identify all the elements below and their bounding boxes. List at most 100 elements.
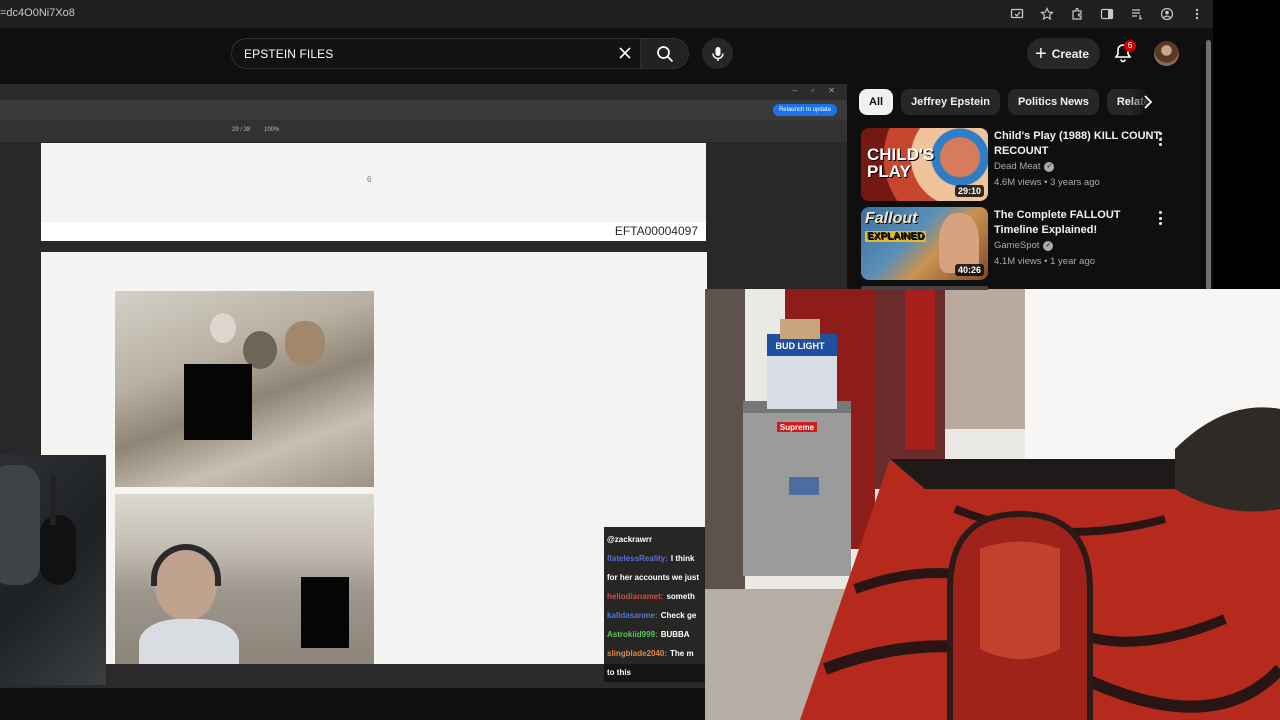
plus-icon: + (1035, 42, 1047, 65)
lamp-shape (210, 313, 236, 343)
chat-username: @zackrawrr (607, 535, 653, 544)
channel-label: Dead Meat (994, 161, 1041, 172)
pdf-page-footer: EFTA00004097 (41, 222, 706, 241)
chat-text: I think (670, 554, 695, 563)
bookmark-star-icon[interactable] (1037, 4, 1057, 24)
video-thumbnail[interactable]: CHILD'S PLAY 29:10 (861, 128, 988, 201)
stream-chat: @zackrawrr flatelessReality: I think for he… (604, 527, 705, 682)
person-figure (285, 321, 325, 365)
microphone-icon (711, 46, 724, 61)
clear-search-icon[interactable] (614, 42, 636, 64)
voice-search-button[interactable] (702, 38, 733, 69)
chat-username: slingblade2040: (607, 649, 668, 658)
chat-message: @zackrawrr (607, 535, 655, 544)
chat-text: to this (607, 668, 631, 677)
more-actions-icon[interactable] (1157, 211, 1163, 225)
chat-message: kalldasanme: Check ge (607, 611, 696, 620)
black-margin (1213, 0, 1280, 290)
chat-message: Astrokiid999: BUBBA (607, 630, 690, 639)
chat-message: for her accounts we just (607, 573, 699, 582)
fridge-sticker: Supreme (780, 423, 815, 432)
search-input[interactable]: EPSTEIN FILES (231, 38, 641, 69)
screen: =dc4O0Ni7Xo8 EPSTEIN FILES + Create 6 – … (0, 0, 1280, 720)
browser-action-icons (1007, 4, 1207, 24)
pdf-zoom-level: 100% (264, 127, 280, 133)
pdf-browser-bar: Relaunch to update (0, 100, 847, 120)
mic-arm-shape (50, 475, 56, 525)
scrollbar-thumb[interactable] (1206, 40, 1211, 290)
chip-politics-news[interactable]: Politics News (1007, 89, 1099, 115)
chevron-right-icon[interactable] (1138, 92, 1158, 112)
chat-text: BUBBA (660, 630, 690, 639)
avatar[interactable] (1154, 41, 1179, 66)
related-video[interactable]: CHILD'S PLAY 29:10 Child's Play (1988) K… (861, 128, 1206, 201)
profile-icon[interactable] (1157, 4, 1177, 24)
chat-message: to this (607, 668, 631, 677)
room-scene: Supreme BUD LIGHT (705, 289, 1280, 720)
thumbnail-title-text: CHILD'S PLAY (867, 146, 934, 180)
headphones-shape (151, 544, 221, 586)
microphone-shape (40, 515, 76, 585)
chat-username: kalldasanme: (607, 611, 658, 620)
pdf-page-indicator: 29 / 38 (232, 127, 251, 133)
video-title[interactable]: Child's Play (1988) KILL COUNT: RECOUNT (994, 129, 1164, 159)
pdf-page: 6 (41, 143, 706, 222)
search-query: EPSTEIN FILES (244, 47, 334, 61)
video-thumbnail[interactable] (861, 286, 988, 290)
chip-all[interactable]: All (859, 89, 894, 115)
video-meta: 4.6M views • 3 years ago (994, 177, 1100, 188)
channel-name[interactable]: GameSpot ✓ (994, 240, 1054, 251)
page-number: 6 (367, 175, 372, 184)
chip-jeffrey-epstein[interactable]: Jeffrey Epstein (901, 89, 1000, 115)
channel-name[interactable]: Dead Meat ✓ (994, 161, 1055, 172)
search-button[interactable] (641, 38, 689, 69)
chat-text: The m (670, 649, 694, 658)
video-thumbnail[interactable]: Fallout EXPLAINED 40:26 (861, 207, 988, 280)
video-title[interactable]: The Complete FALLOUT Timeline Explained! (994, 208, 1164, 238)
chat-text: Check ge (660, 611, 697, 620)
side-panel-icon[interactable] (1097, 4, 1117, 24)
update-button: Relaunch to update (772, 104, 837, 116)
video-duration: 40:26 (954, 264, 984, 276)
video-meta: 4.1M views • 1 year ago (994, 256, 1096, 267)
video-duration: 29:10 (954, 185, 984, 197)
chat-message: flatelessReality: I think (607, 554, 694, 563)
webcam-feed: Supreme BUD LIGHT (705, 289, 1280, 720)
address-bar[interactable]: =dc4O0Ni7Xo8 (0, 7, 75, 19)
facecam-overlay (0, 455, 106, 685)
chat-username: flatelessReality: (607, 554, 668, 563)
redaction-box (301, 577, 349, 648)
chat-text: someth (666, 592, 695, 601)
cast-icon[interactable] (1007, 4, 1027, 24)
chat-text: for her accounts we just (607, 573, 700, 582)
document-id: EFTA00004097 (614, 224, 698, 238)
chat-username: Astrokiid999: (607, 630, 658, 639)
media-queue-icon[interactable] (1127, 4, 1147, 24)
related-video[interactable]: Fallout EXPLAINED 40:26 The Complete FAL… (861, 207, 1206, 280)
window-controls: – ▫ ✕ (792, 86, 841, 95)
more-actions-icon[interactable] (1157, 132, 1163, 146)
thumbnail-text-line: Fallout (865, 210, 918, 227)
channel-label: GameSpot (994, 240, 1040, 251)
create-label: Create (1051, 46, 1090, 61)
youtube-header: EPSTEIN FILES + Create 6 (0, 28, 1213, 80)
chat-message: slingblade2040: The m (607, 649, 694, 658)
verified-check-icon: ✓ (1044, 161, 1055, 172)
browser-toolbar: =dc4O0Ni7Xo8 (0, 0, 1213, 28)
thumbnail-title-text: Fallout EXPLAINED (865, 210, 927, 245)
person-figure (0, 465, 40, 585)
pdf-toolbar: 29 / 38 100% (0, 120, 847, 142)
redaction-box (184, 364, 252, 440)
create-button[interactable]: + Create (1027, 38, 1100, 69)
pdf-window-titlebar: – ▫ ✕ (0, 84, 847, 100)
document-photo (115, 291, 374, 487)
chat-message: hellodianamet: someth (607, 592, 695, 601)
filter-chips: All Jeffrey Epstein Politics News Relate… (859, 89, 1151, 115)
notification-badge: 6 (1124, 40, 1136, 52)
thumbnail-text-line: PLAY (867, 162, 911, 181)
box-label: BUD LIGHT (776, 341, 825, 351)
extensions-icon[interactable] (1067, 4, 1087, 24)
verified-check-icon: ✓ (1043, 240, 1054, 251)
thumbnail-text-line: EXPLAINED (865, 231, 927, 242)
menu-dots-icon[interactable] (1187, 4, 1207, 24)
